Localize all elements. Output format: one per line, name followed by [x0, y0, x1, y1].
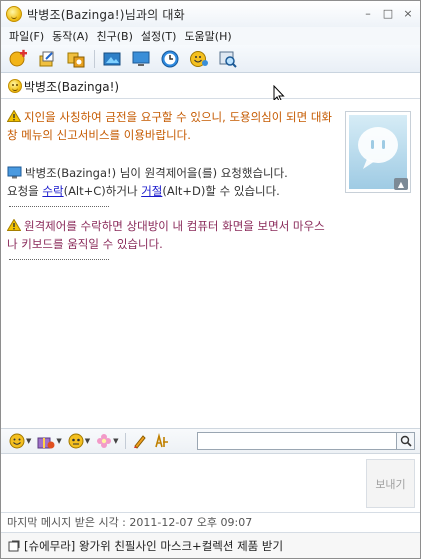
- search-submit-button[interactable]: [397, 432, 415, 450]
- add-friend-button[interactable]: [7, 48, 29, 70]
- app-emoticon-icon: [6, 6, 22, 22]
- main-toolbar: [1, 45, 420, 73]
- photo-icon: [103, 52, 121, 65]
- remote-request-message: 박병조(Bazinga!) 님이 원격제어을(를) 요청했습니다. 요청을 수락…: [7, 164, 335, 200]
- mood-menu-button[interactable]: ▼: [68, 432, 90, 450]
- invite-button[interactable]: [65, 48, 87, 70]
- request-prefix-text: 요청을: [7, 184, 43, 198]
- minimize-button[interactable]: –: [362, 7, 374, 19]
- emoticon-button[interactable]: [188, 48, 210, 70]
- invite-icon: [67, 52, 85, 67]
- clock-button[interactable]: [159, 48, 181, 70]
- flower-menu-button[interactable]: ▼: [96, 432, 119, 450]
- font-icon: [154, 433, 168, 448]
- toolbar-separator: [124, 433, 126, 449]
- menu-bar: 파일(F) 동작(A) 친구(B) 설정(T) 도움말(H): [1, 27, 420, 45]
- contact-avatar[interactable]: ▲: [345, 111, 411, 193]
- search-input[interactable]: [197, 432, 397, 450]
- emoticon-menu-button[interactable]: ▼: [9, 432, 31, 450]
- emoticon-icon: [9, 433, 25, 449]
- font-button[interactable]: [154, 432, 170, 450]
- remote-control-warning-message: 원격제어를 수락하면 상대방이 내 컴퓨터 화면을 보면서 마우스나 키보드를 …: [7, 217, 335, 253]
- send-button[interactable]: 보내기: [366, 459, 415, 508]
- message-divider: [9, 206, 109, 207]
- accept-link[interactable]: 수락: [42, 184, 63, 198]
- contact-name[interactable]: 박병조(Bazinga!): [24, 78, 119, 95]
- gift-menu-button[interactable]: ▼: [37, 432, 62, 450]
- chat-history[interactable]: 지인을 사칭하여 금전을 요구할 수 있으니, 도용의심이 되면 대화창 메뉴의…: [1, 100, 420, 426]
- monitor-icon: [7, 166, 22, 179]
- message-list: 지인을 사칭하여 금전을 요구할 수 있으니, 도용의심이 되면 대화창 메뉴의…: [7, 108, 335, 270]
- reject-suffix-text: (Alt+D)할 수 있습니다.: [162, 184, 280, 198]
- send-file-button[interactable]: [36, 48, 58, 70]
- close-button[interactable]: ×: [402, 7, 414, 19]
- ad-icon: [8, 540, 20, 551]
- contact-bar: 박병조(Bazinga!): [1, 74, 420, 99]
- menu-action[interactable]: 동작(A): [52, 28, 88, 44]
- dropdown-arrow-icon: ▼: [113, 437, 119, 445]
- magnifier-icon: [400, 435, 412, 447]
- warning-icon: [7, 110, 21, 122]
- dropdown-arrow-icon: ▼: [56, 437, 62, 445]
- clock-icon: [161, 50, 179, 67]
- flash-emoticon-icon: [68, 433, 84, 449]
- dropdown-arrow-icon: ▼: [26, 437, 32, 445]
- menu-settings[interactable]: 설정(T): [141, 28, 177, 44]
- search-button[interactable]: [217, 48, 239, 70]
- message-divider: [9, 259, 109, 260]
- warning-icon: [7, 219, 21, 231]
- pen-icon: [133, 435, 146, 449]
- message-input[interactable]: 보내기: [1, 455, 420, 512]
- photo-button[interactable]: [101, 48, 123, 70]
- search-icon: [219, 51, 237, 68]
- screen-button[interactable]: [130, 48, 152, 70]
- last-message-text: 마지막 메시지 받은 시각 : 2011-12-07 오후 09:07: [7, 516, 253, 529]
- reject-link[interactable]: 거절: [141, 184, 162, 198]
- gift-icon: [37, 437, 55, 449]
- emoticon-icon: [190, 50, 208, 67]
- dropdown-arrow-icon: ▼: [84, 437, 91, 445]
- online-status-icon: [8, 79, 22, 93]
- add-friend-icon: [9, 49, 27, 66]
- title-bar[interactable]: 박병조(Bazinga!)님과의 대화 – □ ×: [1, 1, 420, 27]
- fraud-warning-text: 지인을 사칭하여 금전을 요구할 수 있으니, 도용의심이 되면 대화창 메뉴의…: [7, 110, 332, 142]
- window-title: 박병조(Bazinga!)님과의 대화: [27, 7, 185, 22]
- send-file-icon: [39, 51, 54, 66]
- window-controls: – □ ×: [362, 7, 414, 19]
- flower-icon: [97, 434, 112, 448]
- menu-file[interactable]: 파일(F): [9, 28, 44, 44]
- ad-text[interactable]: [슈에무라] 왕가위 친필사인 마스크+컬렉션 제품 받기: [24, 538, 283, 554]
- ad-banner[interactable]: [슈에무라] 왕가위 친필사인 마스크+컬렉션 제품 받기: [1, 532, 420, 558]
- menu-help[interactable]: 도움말(H): [184, 28, 231, 44]
- input-toolbar: ▼ ▼ ▼ ▼: [1, 428, 420, 454]
- maximize-button[interactable]: □: [382, 7, 394, 19]
- last-message-status: 마지막 메시지 받은 시각 : 2011-12-07 오후 09:07: [1, 512, 420, 531]
- chat-window: 박병조(Bazinga!)님과의 대화 – □ × 파일(F) 동작(A) 친구…: [0, 0, 421, 559]
- avatar-menu-button[interactable]: ▲: [394, 178, 408, 190]
- remote-request-text: 박병조(Bazinga!) 님이 원격제어을(를) 요청했습니다.: [25, 166, 288, 180]
- remote-control-warning-text: 원격제어를 수락하면 상대방이 내 컴퓨터 화면을 보면서 마우스나 키보드를 …: [7, 219, 325, 251]
- toolbar-separator: [94, 49, 95, 68]
- screen-icon: [132, 51, 150, 66]
- menu-friend[interactable]: 친구(B): [97, 28, 133, 44]
- fraud-warning-message: 지인을 사칭하여 금전을 요구할 수 있으니, 도용의심이 되면 대화창 메뉴의…: [7, 108, 335, 144]
- accept-shortcut-text: (Alt+C)하거나: [63, 184, 142, 198]
- font-color-button[interactable]: [132, 432, 148, 450]
